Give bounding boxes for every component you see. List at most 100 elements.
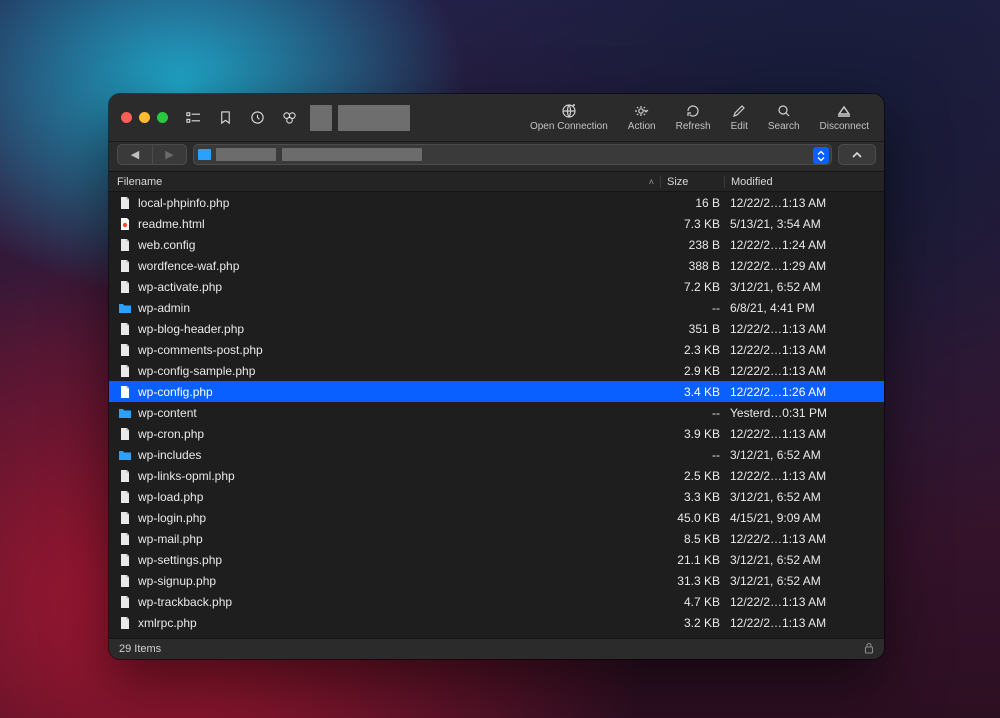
file-icon [117,615,133,631]
column-modified-label: Modified [731,176,773,188]
file-row[interactable]: xmlrpc.php3.2 KB12/22/2…1:13 AM [109,612,884,633]
navbar: ◀ ▶ [109,142,884,172]
column-size-label: Size [667,176,688,188]
file-row[interactable]: wp-settings.php21.1 KB3/12/21, 6:52 AM [109,549,884,570]
file-row[interactable]: wp-links-opml.php2.5 KB12/22/2…1:13 AM [109,465,884,486]
file-row[interactable]: wp-admin--6/8/21, 4:41 PM [109,297,884,318]
file-row[interactable]: wp-mail.php8.5 KB12/22/2…1:13 AM [109,528,884,549]
status-bar: 29 Items [109,638,884,659]
file-icon [117,552,133,568]
file-name: wp-mail.php [138,532,660,546]
open-connection-label: Open Connection [530,121,608,132]
file-name: wp-settings.php [138,553,660,567]
file-row[interactable]: wp-config.php3.4 KB12/22/2…1:26 AM [109,381,884,402]
file-row[interactable]: wp-content--Yesterd…0:31 PM [109,402,884,423]
file-row[interactable]: wp-signup.php31.3 KB3/12/21, 6:52 AM [109,570,884,591]
file-size: 3.9 KB [660,427,724,441]
search-label: Search [768,121,800,132]
file-modified: 3/12/21, 6:52 AM [724,448,876,462]
zoom-window-button[interactable] [157,112,168,123]
file-modified: 12/22/2…1:13 AM [724,364,876,378]
file-size: 8.5 KB [660,532,724,546]
item-count: 29 Items [119,643,161,655]
file-icon [117,258,133,274]
file-icon [117,531,133,547]
lock-icon [864,642,874,657]
folder-icon [117,405,133,421]
disconnect-button[interactable]: Disconnect [813,103,876,132]
file-row[interactable]: wp-cron.php3.9 KB12/22/2…1:13 AM [109,423,884,444]
file-modified: 12/22/2…1:13 AM [724,469,876,483]
close-window-button[interactable] [121,112,132,123]
file-row[interactable]: wp-load.php3.3 KB3/12/21, 6:52 AM [109,486,884,507]
folder-icon [117,300,133,316]
path-dropdown-button[interactable] [813,147,829,164]
file-name: wp-login.php [138,511,660,525]
open-connection-button[interactable]: Open Connection [523,103,615,132]
redacted-path-2 [282,148,422,161]
column-modified[interactable]: Modified [724,176,876,188]
edit-button[interactable]: Edit [724,103,755,132]
column-size[interactable]: Size [660,176,724,188]
file-size: 2.3 KB [660,343,724,357]
file-modified: 4/15/21, 9:09 AM [724,511,876,525]
file-size: 7.2 KB [660,280,724,294]
file-row[interactable]: wp-login.php45.0 KB4/15/21, 9:09 AM [109,507,884,528]
file-icon [117,342,133,358]
file-modified: 12/22/2…1:13 AM [724,532,876,546]
refresh-button[interactable]: Refresh [669,103,718,132]
nav-forward-button[interactable]: ▶ [152,145,186,164]
file-size: 388 B [660,259,724,273]
bookmarks-icon[interactable] [212,104,238,132]
file-name: wp-comments-post.php [138,343,660,357]
file-name: wp-links-opml.php [138,469,660,483]
file-row[interactable]: wp-comments-post.php2.3 KB12/22/2…1:13 A… [109,339,884,360]
column-filename[interactable]: Filename ˄ [117,176,660,188]
file-size: -- [660,301,724,315]
file-name: readme.html [138,217,660,231]
file-size: -- [660,406,724,420]
file-name: web.config [138,238,660,252]
file-name: wp-content [138,406,660,420]
file-icon [117,426,133,442]
file-modified: 3/12/21, 6:52 AM [724,490,876,504]
bonjour-icon[interactable] [276,104,302,132]
file-row[interactable]: readme.html7.3 KB5/13/21, 3:54 AM [109,213,884,234]
window-controls [117,112,174,123]
file-name: wp-config.php [138,385,660,399]
nav-back-button[interactable]: ◀ [118,145,152,164]
redacted-tab-2 [338,105,410,131]
file-size: 2.9 KB [660,364,724,378]
file-row[interactable]: wp-activate.php7.2 KB3/12/21, 6:52 AM [109,276,884,297]
file-modified: Yesterd…0:31 PM [724,406,876,420]
file-modified: 3/12/21, 6:52 AM [724,553,876,567]
file-row[interactable]: web.config238 B12/22/2…1:24 AM [109,234,884,255]
folder-icon [117,447,133,463]
nav-back-forward: ◀ ▶ [117,144,187,165]
file-size: 238 B [660,238,724,252]
disconnect-label: Disconnect [820,121,869,132]
file-icon [117,279,133,295]
file-list[interactable]: local-phpinfo.php16 B12/22/2…1:13 AMread… [109,192,884,638]
go-up-button[interactable] [838,144,876,165]
file-size: -- [660,448,724,462]
file-icon [117,321,133,337]
sort-asc-icon: ˄ [649,177,654,187]
file-modified: 12/22/2…1:26 AM [724,385,876,399]
file-row[interactable]: wp-blog-header.php351 B12/22/2…1:13 AM [109,318,884,339]
file-row[interactable]: local-phpinfo.php16 B12/22/2…1:13 AM [109,192,884,213]
refresh-label: Refresh [676,121,711,132]
path-bar[interactable] [193,144,832,165]
file-row[interactable]: wordfence-waf.php388 B12/22/2…1:29 AM [109,255,884,276]
edit-label: Edit [731,121,748,132]
file-size: 4.7 KB [660,595,724,609]
file-row[interactable]: wp-trackback.php4.7 KB12/22/2…1:13 AM [109,591,884,612]
minimize-window-button[interactable] [139,112,150,123]
file-modified: 12/22/2…1:13 AM [724,616,876,630]
history-icon[interactable] [244,104,270,132]
outline-view-icon[interactable] [180,104,206,132]
action-button[interactable]: Action [621,103,663,132]
file-row[interactable]: wp-config-sample.php2.9 KB12/22/2…1:13 A… [109,360,884,381]
search-button[interactable]: Search [761,103,807,132]
file-row[interactable]: wp-includes--3/12/21, 6:52 AM [109,444,884,465]
